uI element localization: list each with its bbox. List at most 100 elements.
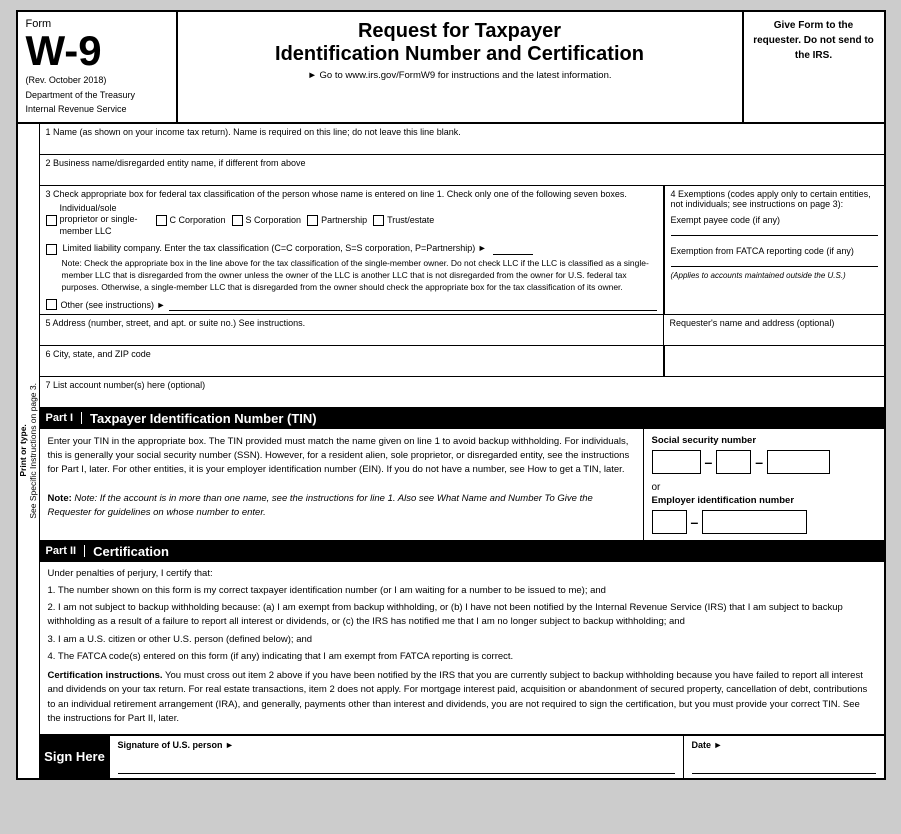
form-header: Form W-9 (Rev. October 2018) Department … — [18, 12, 884, 124]
ssn-digit-5[interactable] — [734, 453, 747, 471]
s-corporation-checkbox[interactable] — [232, 215, 243, 226]
sign-signature-block: Signature of U.S. person ► — [110, 736, 684, 778]
fatca-label: Exemption from FATCA reporting code (if … — [671, 246, 878, 256]
part1-label: Part I — [46, 412, 83, 424]
ssn-dash-1: – — [705, 454, 713, 470]
tin-body-text: Enter your TIN in the appropriate box. T… — [48, 435, 635, 478]
other-checkbox[interactable] — [46, 299, 57, 310]
ein-part2 — [702, 510, 807, 534]
cert-instructions-text: You must cross out item 2 above if you h… — [48, 670, 868, 724]
ein-digit-6[interactable] — [748, 513, 761, 531]
requester-address-input2[interactable] — [671, 361, 878, 373]
line3-label: 3 Check appropriate box for federal tax … — [46, 189, 657, 199]
signature-label: Signature of U.S. person ► — [118, 740, 675, 750]
tin-section: Enter your TIN in the appropriate box. T… — [40, 429, 884, 541]
form-number: W-9 — [26, 30, 168, 72]
print-type-label: Print or type. — [18, 425, 28, 477]
date-line[interactable] — [692, 752, 876, 774]
line1-label: 1 Name (as shown on your income tax retu… — [46, 127, 878, 137]
llc-classification-input[interactable] — [493, 243, 533, 255]
individual-checkbox[interactable] — [46, 215, 57, 226]
ssn-digit-3[interactable] — [684, 453, 697, 471]
ein-digit-3[interactable] — [706, 513, 719, 531]
line5-row: 5 Address (number, street, and apt. or s… — [40, 315, 884, 346]
line3-left-block: 3 Check appropriate box for federal tax … — [40, 186, 664, 314]
other-input[interactable] — [169, 299, 656, 311]
c-corporation-label: C Corporation — [170, 215, 226, 225]
cert-item-2: 2. I am not subject to backup withholdin… — [48, 601, 876, 630]
line6-label-block: 6 City, state, and ZIP code — [40, 346, 664, 376]
llc-note-text: Note: Check the appropriate box in the l… — [62, 258, 657, 294]
llc-checkbox[interactable] — [46, 244, 57, 255]
cert-item-1: 1. The number shown on this form is my c… — [48, 584, 876, 598]
sign-here-label: Sign Here — [40, 736, 110, 778]
line7-row: 7 List account number(s) here (optional) — [40, 377, 884, 408]
ssn-digit-4[interactable] — [720, 453, 733, 471]
ein-digit-5[interactable] — [734, 513, 747, 531]
requester-address-continued — [664, 346, 884, 376]
ssn-digit-9[interactable] — [813, 453, 826, 471]
s-corporation-label: S Corporation — [246, 215, 302, 225]
tin-note-content: Note: If the account is in more than one… — [48, 493, 593, 518]
line5-input[interactable] — [46, 330, 657, 342]
ein-digit-4[interactable] — [720, 513, 733, 531]
line7-label: 7 List account number(s) here (optional) — [46, 380, 878, 390]
part1-title: Taxpayer Identification Number (TIN) — [90, 411, 317, 426]
part2-title: Certification — [93, 544, 169, 559]
ssn-digit-6[interactable] — [771, 453, 784, 471]
cb-c-corp: C Corporation — [156, 215, 226, 226]
exempt-payee-block: Exempt payee code (if any) — [671, 215, 878, 236]
tin-instructions: Enter your TIN in the appropriate box. T… — [40, 429, 644, 540]
ein-digit-2[interactable] — [670, 513, 683, 531]
ssn-digit-8[interactable] — [799, 453, 812, 471]
part2-label: Part II — [46, 545, 86, 557]
partnership-checkbox[interactable] — [307, 215, 318, 226]
exempt-payee-label: Exempt payee code (if any) — [671, 215, 878, 225]
certification-instructions: Certification instructions. You must cro… — [48, 669, 876, 726]
ssn-digit-2[interactable] — [670, 453, 683, 471]
part2-content: Under penalties of perjury, I certify th… — [40, 562, 884, 735]
form-title-block: Request for Taxpayer Identification Numb… — [178, 12, 744, 122]
ssn-dash-2: – — [755, 454, 763, 470]
ein-digit-7[interactable] — [762, 513, 775, 531]
ein-digit-9[interactable] — [790, 513, 803, 531]
date-label: Date ► — [692, 740, 876, 750]
requester-input[interactable] — [670, 330, 878, 342]
line2-label: 2 Business name/disregarded entity name,… — [46, 158, 878, 168]
exempt-payee-line — [671, 235, 878, 236]
line7-input[interactable] — [46, 392, 878, 404]
ein-part1 — [652, 510, 687, 534]
ssn-digit-1[interactable] — [656, 453, 669, 471]
form-instruction-link: ► Go to www.irs.gov/FormW9 for instructi… — [188, 70, 732, 81]
cb-partnership: Partnership — [307, 215, 367, 226]
checkboxes-row: Individual/sole proprietor or single-mem… — [46, 203, 657, 238]
ein-digit-1[interactable] — [656, 513, 669, 531]
llc-row: Limited liability company. Enter the tax… — [46, 243, 657, 294]
trust-estate-checkbox[interactable] — [373, 215, 384, 226]
ein-dash: – — [691, 514, 699, 530]
ssn-label: Social security number — [652, 435, 876, 446]
line1-input[interactable] — [46, 139, 878, 151]
c-corporation-checkbox[interactable] — [156, 215, 167, 226]
line4-block: 4 Exemptions (codes apply only to certai… — [664, 186, 884, 314]
ssn-part3 — [767, 450, 830, 474]
line1-row: 1 Name (as shown on your income tax retu… — [40, 124, 884, 155]
other-label: Other (see instructions) ► — [61, 300, 166, 310]
line2-input[interactable] — [46, 170, 878, 182]
part1-header: Part I Taxpayer Identification Number (T… — [40, 408, 884, 429]
or-text: or — [652, 482, 876, 493]
individual-label: Individual/sole proprietor or single-mem… — [60, 203, 150, 238]
ein-label: Employer identification number — [652, 495, 876, 506]
ein-digit-8[interactable] — [776, 513, 789, 531]
ssn-digit-7[interactable] — [785, 453, 798, 471]
exemptions-label: 4 Exemptions (codes apply only to certai… — [671, 189, 878, 209]
llc-label: Limited liability company. Enter the tax… — [63, 243, 487, 253]
form-title-line2: Identification Number and Certification — [188, 43, 732, 66]
cert-item-4: 4. The FATCA code(s) entered on this for… — [48, 650, 876, 664]
form-rev-date: (Rev. October 2018) — [26, 74, 168, 87]
line6-label: 6 City, state, and ZIP code — [46, 349, 657, 359]
line6-input[interactable] — [46, 361, 657, 373]
form-main-body: Print or type. See Specific Instructions… — [18, 124, 884, 778]
ssn-part2 — [716, 450, 751, 474]
signature-line[interactable] — [118, 752, 675, 774]
